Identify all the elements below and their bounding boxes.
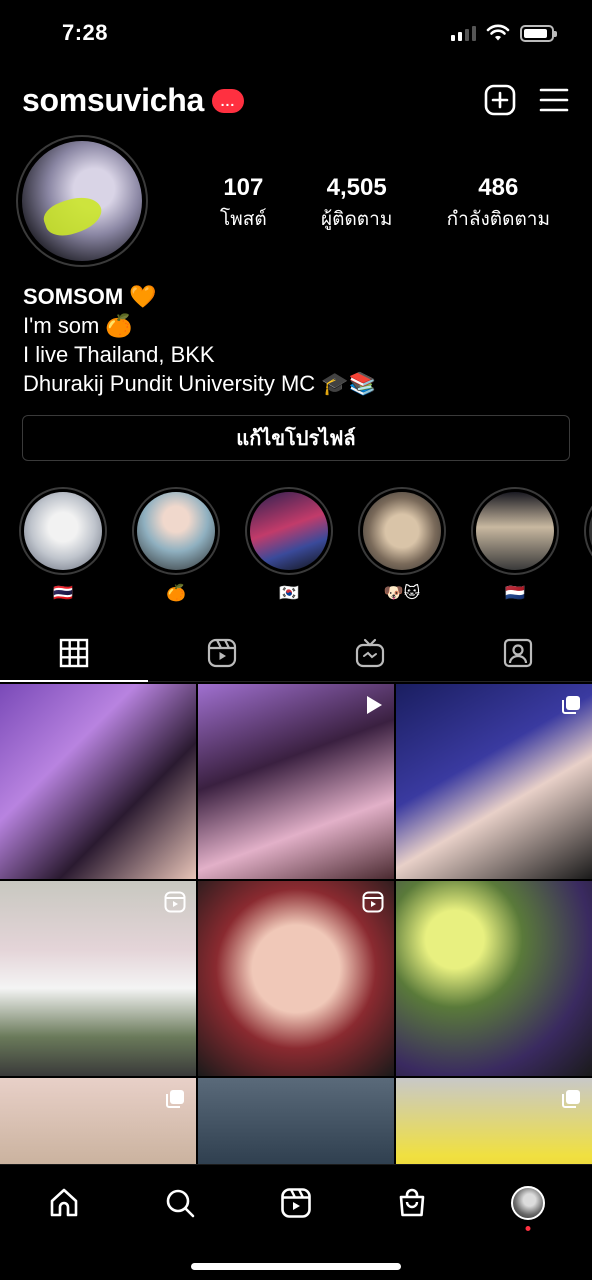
posts-grid	[0, 684, 592, 1164]
highlight-ring	[471, 487, 559, 575]
tab-igtv[interactable]	[296, 624, 444, 681]
cellular-signal-icon	[451, 25, 476, 41]
notification-dot	[525, 1226, 531, 1231]
menu-icon	[539, 88, 569, 112]
tab-tagged[interactable]	[444, 624, 592, 681]
grid-post[interactable]	[198, 881, 394, 1076]
highlight-label: 🇹🇭	[53, 585, 73, 602]
tab-reels[interactable]	[148, 624, 296, 681]
battery-icon	[520, 24, 557, 42]
bio-line: I live Thailand, BKK	[23, 342, 215, 367]
highlight-label: 🇳🇱	[505, 585, 525, 602]
bottom-navigation	[0, 1164, 592, 1280]
stat-following[interactable]: 486 กำลังติดตาม	[447, 174, 550, 234]
highlight-cover	[24, 492, 102, 570]
notification-badge[interactable]: ...	[211, 89, 244, 113]
new-post-icon	[484, 84, 516, 116]
profile-bio: SOMSOM 🧡 I'm som 🍊 I live Thailand, BKK …	[23, 282, 376, 398]
highlight-label: 🍊	[166, 585, 186, 602]
highlight-label: 🇰🇷	[279, 585, 299, 602]
profile-tabs	[0, 624, 592, 682]
following-count: 486	[478, 174, 519, 201]
carousel-icon	[166, 1090, 184, 1108]
home-icon	[50, 1188, 78, 1217]
highlight-label: 🐶🐱	[383, 585, 421, 602]
grid-post[interactable]	[0, 684, 196, 879]
shop-icon	[399, 1188, 425, 1217]
username[interactable]: somsuvicha	[22, 82, 204, 119]
highlight-ring	[132, 487, 220, 575]
highlight-ring	[245, 487, 333, 575]
grid-post[interactable]	[198, 1078, 394, 1164]
reels-icon	[281, 1188, 311, 1218]
story-highlights: 🇹🇭 🍊 🇰🇷 🐶🐱 🇳🇱	[19, 487, 592, 607]
posts-count: 107	[223, 174, 264, 201]
status-icons	[451, 24, 557, 42]
highlight-cover	[476, 492, 554, 570]
grid-post[interactable]	[198, 684, 394, 879]
profile-stats: 107 โพสต์ 4,505 ผู้ติดตาม 486 กำลังติดตา…	[220, 174, 550, 234]
nav-shop[interactable]	[392, 1183, 432, 1223]
stat-posts[interactable]: 107 โพสต์	[220, 174, 267, 234]
status-bar: 7:28	[0, 0, 592, 66]
nav-search[interactable]	[160, 1183, 200, 1223]
highlight-item[interactable]	[584, 487, 592, 575]
highlight-ring	[19, 487, 107, 575]
posts-label: โพสต์	[220, 209, 267, 230]
highlight-cover	[250, 492, 328, 570]
profile-picture	[22, 141, 142, 261]
display-name: SOMSOM 🧡	[23, 284, 157, 309]
grid-post[interactable]	[396, 684, 592, 879]
grid-post[interactable]	[396, 881, 592, 1076]
search-icon	[166, 1189, 195, 1218]
tab-posts-grid[interactable]	[0, 624, 148, 682]
wifi-icon	[486, 24, 510, 41]
carousel-icon	[562, 1090, 580, 1108]
bio-line: I'm som 🍊	[23, 313, 133, 338]
reels-icon	[207, 638, 237, 667]
grid-post[interactable]	[0, 1078, 196, 1164]
nav-profile[interactable]	[508, 1183, 548, 1231]
profile-avatar[interactable]	[16, 135, 148, 267]
reels-icon	[164, 891, 186, 913]
followers-label: ผู้ติดตาม	[321, 209, 393, 230]
tagged-icon	[503, 638, 533, 667]
stat-followers[interactable]: 4,505 ผู้ติดตาม	[321, 174, 392, 234]
grid-post[interactable]	[396, 1078, 592, 1164]
profile-avatar	[511, 1186, 545, 1220]
followers-count: 4,505	[326, 174, 387, 201]
highlight-cover	[363, 492, 441, 570]
highlight-item[interactable]: 🍊	[132, 487, 220, 603]
edit-profile-button[interactable]: แก้ไขโปรไฟล์	[22, 415, 570, 461]
home-indicator	[191, 1263, 401, 1270]
profile-header: somsuvicha ...	[22, 78, 570, 122]
grid-post[interactable]	[0, 881, 196, 1076]
igtv-icon	[355, 638, 385, 667]
highlight-item[interactable]: 🇰🇷	[245, 487, 333, 603]
highlight-item[interactable]: 🇹🇭	[19, 487, 107, 603]
header-actions	[484, 84, 570, 116]
highlight-ring	[358, 487, 446, 575]
new-post-button[interactable]	[484, 84, 516, 116]
video-icon	[367, 696, 382, 714]
carousel-icon	[562, 696, 580, 714]
grid-icon	[59, 638, 89, 667]
highlight-item[interactable]: 🇳🇱	[471, 487, 559, 603]
status-time: 7:28	[62, 20, 109, 45]
following-label: กำลังติดตาม	[446, 209, 550, 230]
highlight-item[interactable]: 🐶🐱	[358, 487, 446, 603]
nav-reels[interactable]	[276, 1183, 316, 1223]
bio-line: Dhurakij Pundit University MC 🎓📚	[23, 371, 377, 396]
highlight-ring	[584, 487, 592, 575]
nav-home[interactable]	[44, 1183, 84, 1223]
menu-button[interactable]	[538, 84, 570, 116]
reels-icon	[362, 891, 384, 913]
highlight-cover	[137, 492, 215, 570]
